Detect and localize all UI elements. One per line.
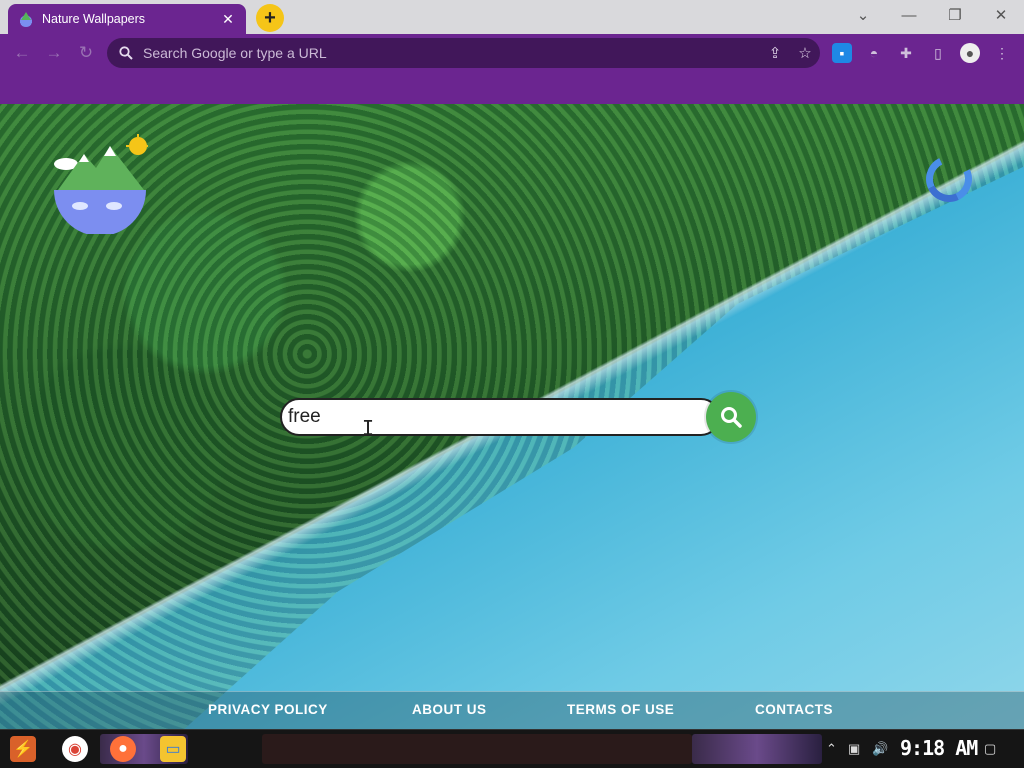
browser-toolbar: ← → ↻ Search Google or type a URL ⇪ ☆ ▪ … [0,34,1024,72]
chrome-icon[interactable]: ◉ [62,736,88,762]
footer-link-about[interactable]: ABOUT US [412,702,487,717]
footer-link-contacts[interactable]: CONTACTS [755,702,833,717]
omnibox[interactable]: Search Google or type a URL ⇪ ☆ [107,38,820,68]
share-icon[interactable]: ⇪ [760,38,790,68]
wallpaper-background: I PRIVACY POLICY ABOUT US TERMS OF USE C… [0,104,1024,729]
extension-chat-icon[interactable]: ▪ [832,43,852,63]
search-input[interactable] [288,406,688,428]
new-tab-button[interactable]: + [256,4,284,32]
tray-chevron-icon[interactable]: ⌃ [826,741,837,757]
side-panel-icon[interactable]: ▯ [928,43,948,63]
profile-avatar-icon[interactable]: ● [960,43,980,63]
search-button[interactable] [706,392,756,442]
forward-arrow-icon[interactable]: → [42,41,66,65]
omnibox-placeholder: Search Google or type a URL [143,45,327,61]
tab-nature-wallpapers[interactable]: Nature Wallpapers ✕ [8,4,246,34]
taskbar-clock[interactable]: 9:18 AM [900,736,978,760]
text-cursor-icon: I [362,416,375,440]
search-icon [119,46,133,60]
taskbar-wallpaper [262,734,692,764]
extension-nature-wallpapers-icon[interactable]: ◓ [864,43,884,63]
tab-title: Nature Wallpapers [42,12,146,26]
volume-icon[interactable]: 🔊 [872,741,888,757]
taskbar: ⚡ ◉ ● ▭ ⌃ ▣ 🔊 9:18 AM ▢ [0,729,1024,768]
menu-kebab-icon[interactable]: ⋮ [992,43,1012,63]
close-window-button[interactable]: ✕ [978,0,1024,30]
extensions-puzzle-icon[interactable]: ✚ [896,43,916,63]
file-explorer-icon[interactable]: ▭ [160,736,186,762]
firefox-icon[interactable]: ● [110,736,136,762]
network-icon[interactable]: ▣ [848,741,860,757]
taskbar-decoration-right [692,734,822,764]
footer-link-terms[interactable]: TERMS OF USE [567,702,674,717]
footer-nav: PRIVACY POLICY ABOUT US TERMS OF USE CON… [0,691,1024,729]
start-button-icon[interactable]: ⚡ [10,736,36,762]
tab-strip: Nature Wallpapers ✕ + ⌄ — ❐ ✕ [0,0,1024,34]
nature-logo-icon [54,134,148,234]
magnifier-icon [721,407,742,428]
footer-link-privacy[interactable]: PRIVACY POLICY [208,702,328,717]
tab-search-chevron-icon[interactable]: ⌄ [840,0,886,30]
search-box[interactable] [280,398,720,436]
restore-button[interactable]: ❐ [932,0,978,30]
notification-icon[interactable]: ▢ [984,741,996,757]
minimize-button[interactable]: — [886,0,932,30]
tab-close-icon[interactable]: ✕ [220,11,236,27]
bookmark-star-icon[interactable]: ☆ [790,38,820,68]
bookmarks-bar [0,72,1024,104]
back-arrow-icon[interactable]: ← [10,41,34,65]
extension-favicon-icon [18,11,34,27]
reload-icon[interactable]: ↻ [74,41,98,65]
